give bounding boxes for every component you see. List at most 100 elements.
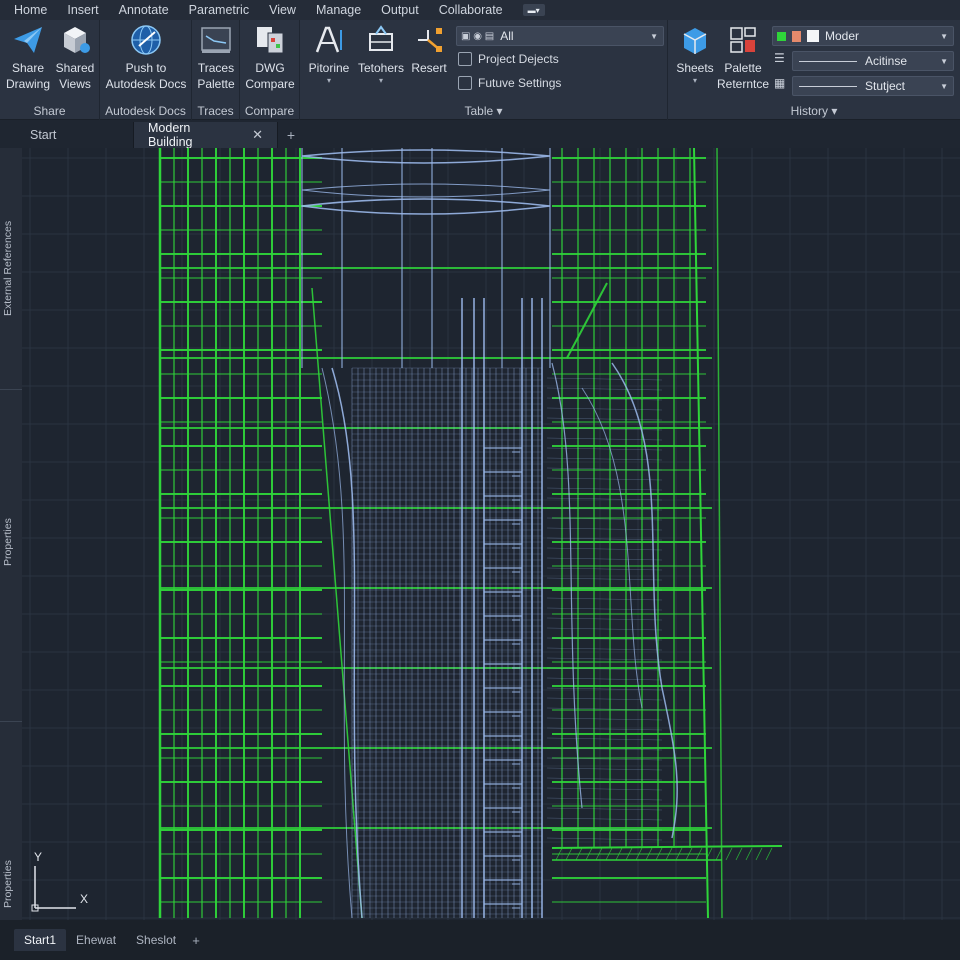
share-drawing-button[interactable]: Share Drawing [4, 24, 52, 92]
slab-hatch [765, 847, 773, 861]
lineweight-dropdown-value: Stutject [865, 79, 906, 93]
curtain-line [546, 547, 663, 551]
palette-reference-label-2: Reterntce [716, 77, 770, 91]
push-label-2: Autodesk Docs [105, 77, 187, 91]
lineweight-dropdown[interactable]: Stutject ▼ [792, 76, 954, 96]
ucs-x-label: X [80, 892, 89, 906]
top-cylinder-ring [301, 183, 551, 198]
menu-insert[interactable]: Insert [67, 3, 98, 17]
external-references-palette[interactable]: External References [0, 148, 22, 390]
tetohers-caret[interactable]: ▾ [356, 76, 406, 86]
curtain-line [546, 727, 663, 731]
ribbon-options-icon[interactable]: ▬▾ [522, 4, 545, 16]
curtain-line [546, 597, 663, 601]
slab-hatch [725, 847, 733, 861]
traces-label-1: Traces [197, 61, 235, 75]
tab-modern-building[interactable]: Modern Building ✕ [134, 121, 278, 149]
traces-icon [199, 24, 233, 56]
properties-label-2: Properties [2, 860, 14, 908]
dwg-compare-button[interactable]: DWG Compare [242, 24, 298, 92]
sheets-caret[interactable]: ▾ [672, 76, 718, 86]
linetype-dropdown[interactable]: Acitinse ▼ [792, 51, 954, 71]
text-icon [312, 24, 346, 56]
menu-manage[interactable]: Manage [316, 3, 361, 17]
pitorine-caret[interactable]: ▾ [304, 76, 354, 86]
layer-dropdown-value: Moder [825, 29, 860, 43]
menu-parametric[interactable]: Parametric [189, 3, 249, 17]
chevron-down-icon: ▼ [650, 31, 658, 41]
menu-output[interactable]: Output [381, 3, 419, 17]
layout-tab-sheslot[interactable]: Sheslot [126, 929, 186, 951]
line-sample [799, 60, 857, 62]
table-panel: Pitorine ▾ Tetohers ▾ Resert ▣ ◉ ▤ All ▼… [300, 20, 668, 120]
pitorine-label: Pitorine [308, 61, 350, 75]
curtain-line [546, 687, 663, 691]
palette-reference-button[interactable]: Palette Reterntce [716, 24, 770, 92]
curtain-line [546, 737, 663, 741]
curtain-line [546, 777, 663, 781]
layer-dropdown[interactable]: Moder ▼ [772, 26, 954, 46]
menu-annotate[interactable]: Annotate [119, 3, 169, 17]
curtain-line [546, 537, 663, 541]
curtain-line [546, 787, 663, 791]
curtain-line [546, 477, 663, 481]
curtain-line [546, 647, 663, 651]
history-panel: Sheets ▾ Palette Reterntce Moder ▼ ☰ Aci… [668, 20, 960, 120]
project-dejects-item[interactable]: Project Dejects [458, 52, 559, 66]
shared-views-button[interactable]: Shared Views [52, 24, 98, 92]
tab-modern-building-label: Modern Building [148, 121, 193, 149]
curtain-line [546, 527, 663, 531]
slab-hatch [735, 847, 743, 861]
tetohers-button[interactable]: Tetohers ▾ [356, 24, 406, 86]
curtain-line [546, 417, 663, 421]
properties-palette-2[interactable]: Properties [0, 724, 22, 920]
document-tabs: Start Modern Building ✕ + [0, 120, 960, 149]
layout-tab-ehewat[interactable]: Ehewat [66, 929, 126, 951]
share-drawing-label-2: Drawing [5, 77, 50, 91]
menu-home[interactable]: Home [14, 3, 47, 17]
top-cylinder-ring [301, 198, 551, 215]
traces-palette-button[interactable]: Traces Palette [192, 24, 240, 92]
properties-palette[interactable]: Properties [0, 392, 22, 722]
table-panel-title[interactable]: Table ▾ [300, 104, 667, 118]
menu-view[interactable]: View [269, 3, 296, 17]
curtain-line [546, 457, 663, 461]
facade-edge [693, 148, 709, 919]
curtain-line [546, 447, 663, 451]
pitorine-button[interactable]: Pitorine ▾ [304, 24, 354, 86]
drawing-canvas[interactable] [22, 148, 960, 920]
slab-hatch [745, 847, 753, 861]
tab-start[interactable]: Start [0, 122, 134, 148]
new-tab-button[interactable]: + [278, 122, 304, 148]
curved-facade [321, 367, 353, 919]
layout-tab-start1[interactable]: Start1 [14, 929, 67, 951]
curtain-line [546, 437, 663, 441]
traces-panel-title: Traces [197, 104, 234, 118]
filter-dropdown-value: All [500, 29, 514, 43]
sheets-button[interactable]: Sheets ▾ [672, 24, 718, 86]
curved-facade [581, 387, 643, 709]
linetype-dropdown-value: Acitinse [865, 54, 908, 68]
tetohers-label: Tetohers [357, 61, 405, 75]
resert-button[interactable]: Resert [406, 24, 452, 76]
autodesk-docs-panel: Push to Autodesk Docs Autodesk Docs [100, 20, 192, 120]
sheets-label: Sheets [676, 61, 714, 75]
curtain-line [546, 577, 663, 581]
share-panel-title: Share [33, 104, 66, 118]
curtain-line [546, 497, 663, 501]
cube-icon [58, 24, 92, 56]
curtain-line [546, 677, 663, 681]
close-icon[interactable]: ✕ [252, 127, 263, 143]
resert-label: Resert [411, 61, 447, 75]
compare-icon [253, 24, 287, 56]
curtain-line [546, 807, 663, 811]
add-layout-button[interactable]: + [186, 933, 206, 948]
facade-edge [716, 148, 723, 919]
curtain-line [546, 487, 663, 491]
history-panel-title[interactable]: History ▾ [668, 104, 960, 118]
menu-collaborate[interactable]: Collaborate [439, 3, 503, 17]
push-to-docs-button[interactable]: Push to Autodesk Docs [102, 24, 190, 92]
dwg-compare-label-1: DWG [255, 61, 285, 75]
futuve-settings-item[interactable]: Futuve Settings [458, 76, 561, 90]
filter-dropdown[interactable]: ▣ ◉ ▤ All ▼ [456, 26, 664, 46]
